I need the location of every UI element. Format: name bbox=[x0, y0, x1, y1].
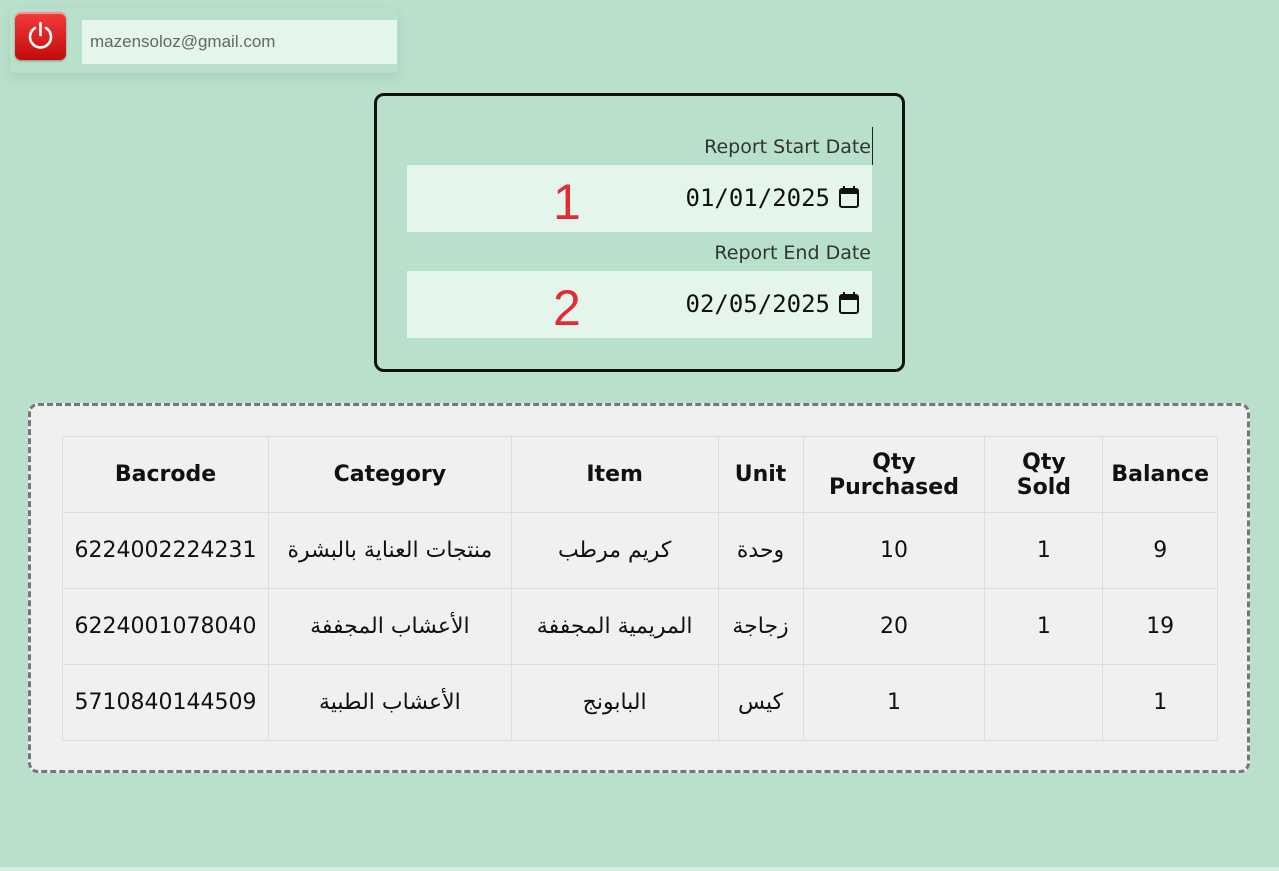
header-balance: Balance bbox=[1102, 436, 1218, 513]
email-text: mazensoloz@gmail.com bbox=[90, 32, 276, 51]
cell-item: المريمية المجففة bbox=[510, 588, 719, 665]
header-category: Category bbox=[267, 436, 512, 513]
report-table-panel: Bacrode Category Item Unit Qty Purchased… bbox=[28, 403, 1250, 773]
date-range-panel: Report Start Date 1 01/01/2025 Report En… bbox=[374, 93, 905, 372]
cell-category: الأعشاب المجففة bbox=[267, 588, 512, 665]
header-item: Item bbox=[510, 436, 719, 513]
cell-barcode: 5710840144509 bbox=[62, 664, 269, 741]
cell-unit: وحدة bbox=[717, 512, 804, 589]
header-qty-sold: Qty Sold bbox=[984, 436, 1104, 513]
cell-qty-purchased: 1 bbox=[802, 664, 986, 741]
header-unit: Unit bbox=[717, 436, 804, 513]
page-bottom-edge bbox=[0, 867, 1279, 871]
calendar-icon[interactable] bbox=[838, 185, 860, 209]
table-row[interactable]: 6224002224231 منتجات العناية بالبشرة كري… bbox=[62, 512, 1218, 589]
cell-qty-purchased: 10 bbox=[802, 512, 986, 589]
header-qty-purchased: Qty Purchased bbox=[802, 436, 986, 513]
cell-unit: كيس bbox=[717, 664, 804, 741]
logout-button[interactable] bbox=[15, 12, 66, 60]
text-caret bbox=[872, 127, 873, 165]
cell-item: البابونج bbox=[510, 664, 719, 741]
table-row[interactable]: 5710840144509 الأعشاب الطبية البابونج كي… bbox=[62, 664, 1218, 741]
cell-balance: 1 bbox=[1102, 664, 1218, 741]
header-barcode: Bacrode bbox=[62, 436, 269, 513]
end-date-label: Report End Date bbox=[714, 242, 871, 264]
start-date-value: 01/01/2025 bbox=[685, 184, 831, 212]
email-field[interactable]: mazensoloz@gmail.com bbox=[82, 20, 397, 64]
table-row[interactable]: 6224001078040 الأعشاب المجففة المريمية ا… bbox=[62, 588, 1218, 665]
start-date-input[interactable]: 1 01/01/2025 bbox=[407, 165, 872, 232]
report-table: Bacrode Category Item Unit Qty Purchased… bbox=[62, 436, 1218, 741]
power-icon bbox=[28, 21, 53, 49]
end-date-input[interactable]: 2 02/05/2025 bbox=[407, 271, 872, 338]
cell-qty-sold: 1 bbox=[984, 588, 1104, 665]
cell-category: منتجات العناية بالبشرة bbox=[267, 512, 512, 589]
cell-category: الأعشاب الطبية bbox=[267, 664, 512, 741]
end-date-marker: 2 bbox=[553, 280, 581, 336]
cell-balance: 19 bbox=[1102, 588, 1218, 665]
cell-barcode: 6224001078040 bbox=[62, 588, 269, 665]
cell-item: كريم مرطب bbox=[510, 512, 719, 589]
cell-unit: زجاجة bbox=[717, 588, 804, 665]
cell-barcode: 6224002224231 bbox=[62, 512, 269, 589]
cell-qty-sold: 1 bbox=[984, 512, 1104, 589]
start-date-marker: 1 bbox=[553, 174, 581, 230]
cell-balance: 9 bbox=[1102, 512, 1218, 589]
end-date-value: 02/05/2025 bbox=[685, 290, 831, 318]
cell-qty-sold bbox=[984, 664, 1104, 741]
table-header-row: Bacrode Category Item Unit Qty Purchased… bbox=[62, 436, 1218, 513]
start-date-label: Report Start Date bbox=[704, 136, 871, 158]
cell-qty-purchased: 20 bbox=[802, 588, 986, 665]
calendar-icon[interactable] bbox=[838, 291, 860, 315]
